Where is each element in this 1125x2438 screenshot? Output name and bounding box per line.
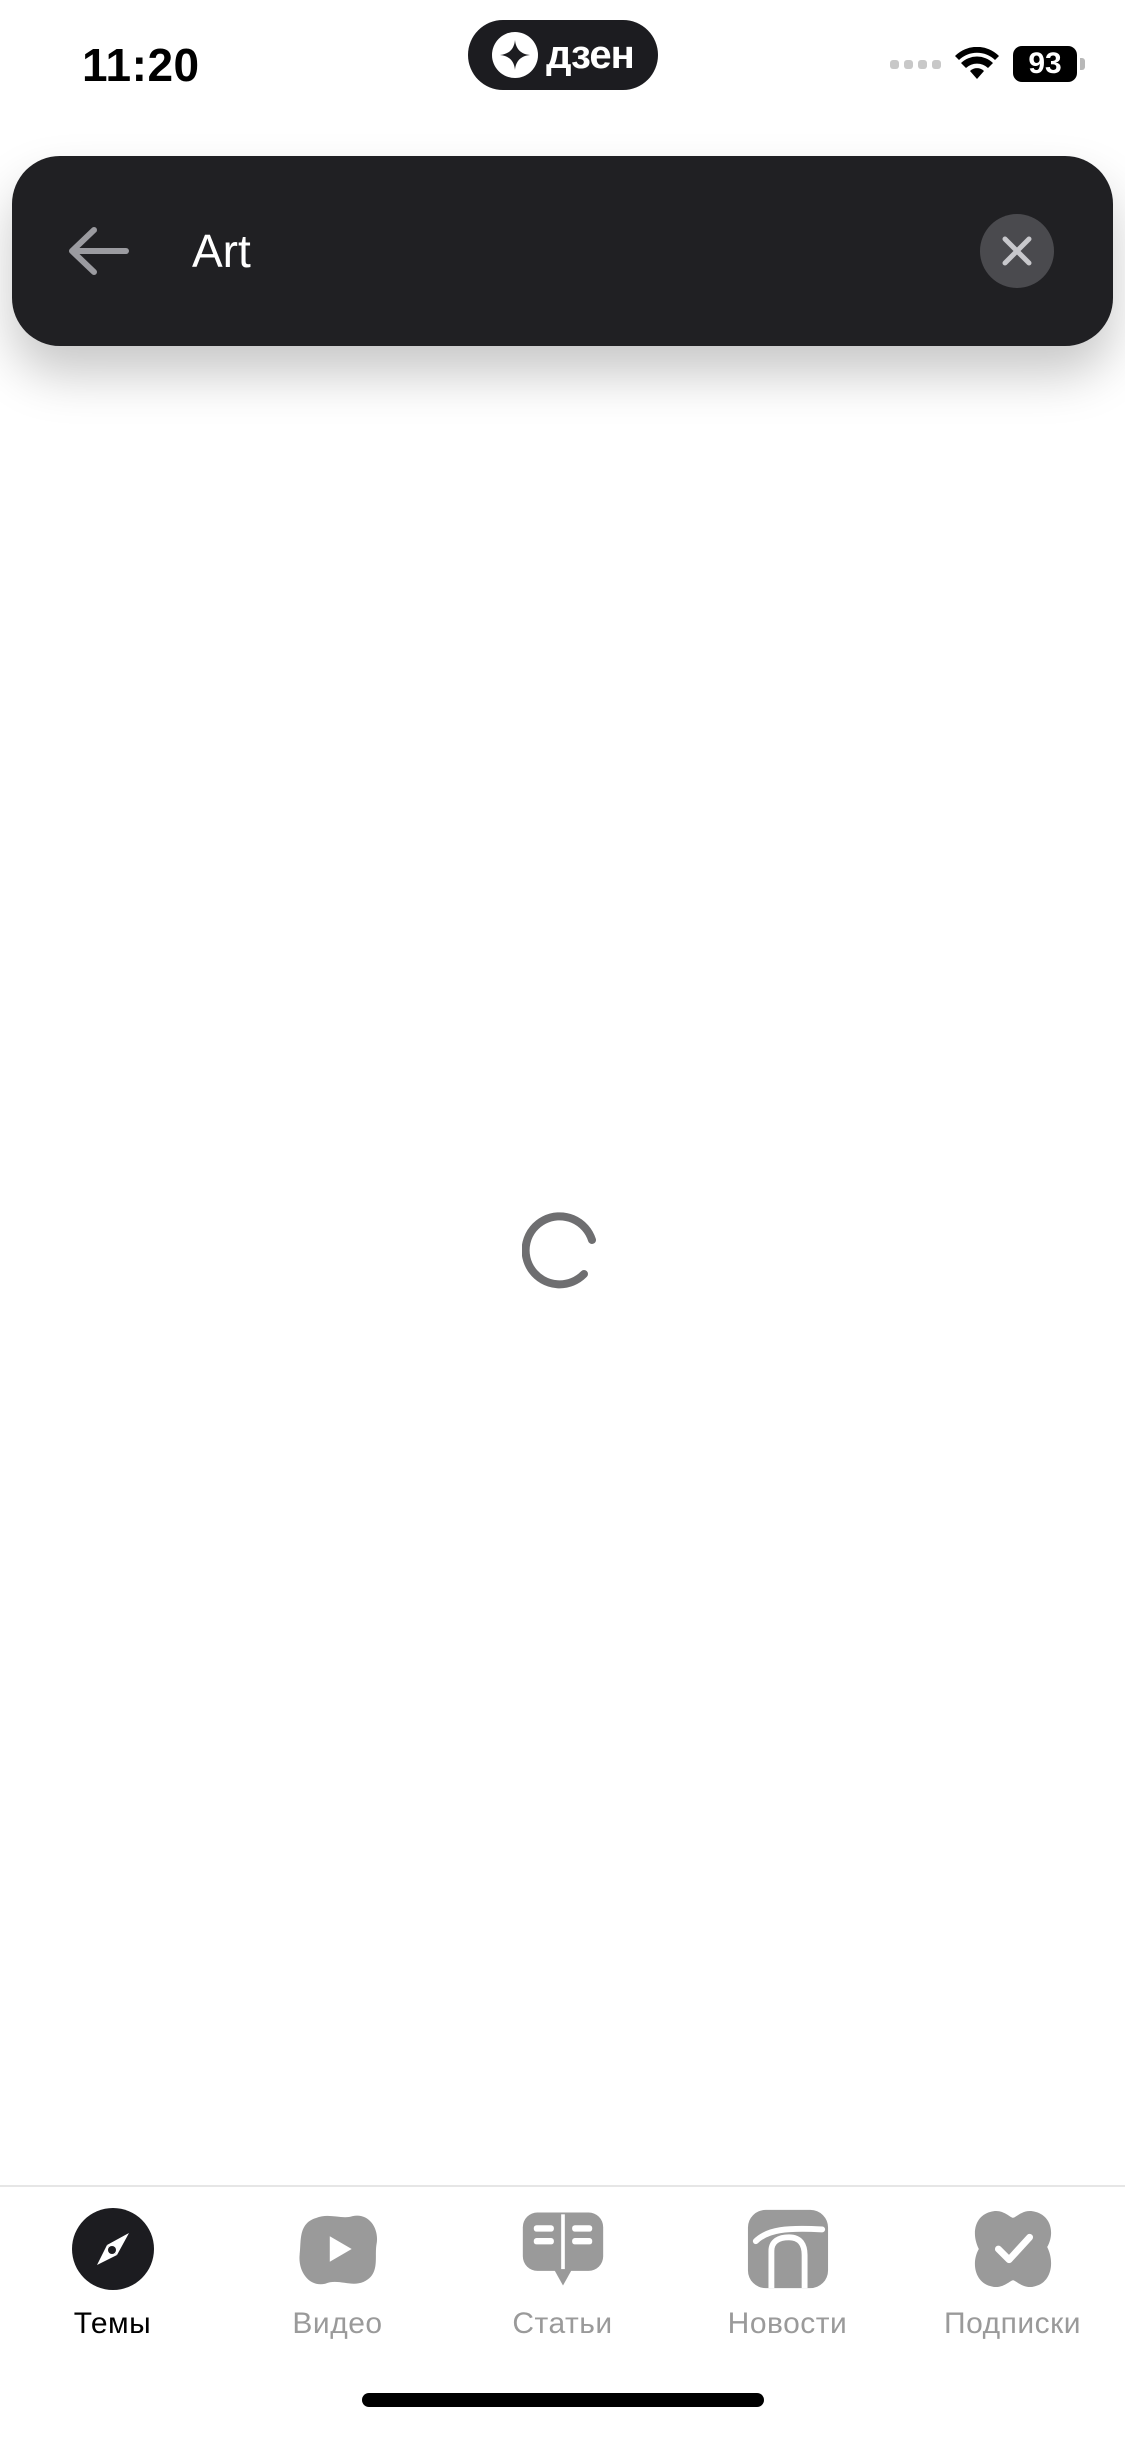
back-button[interactable]	[64, 216, 134, 286]
tab-label: Новости	[727, 2307, 848, 2340]
clear-search-button[interactable]	[980, 214, 1054, 288]
tab-themes[interactable]: Темы	[0, 2207, 225, 2357]
news-icon	[746, 2207, 830, 2291]
tab-label: Подписки	[944, 2307, 1081, 2340]
wifi-icon	[955, 47, 999, 79]
tab-articles[interactable]: Статьи	[450, 2207, 675, 2357]
battery-indicator: 93	[1013, 46, 1077, 82]
spinner-icon	[521, 1212, 596, 1289]
dzen-logo-icon	[492, 32, 539, 78]
subscriptions-icon	[971, 2207, 1055, 2291]
status-bar: 11:20 дзен 93	[0, 0, 1125, 140]
tab-label: Темы	[73, 2307, 152, 2340]
battery-tip	[1080, 58, 1085, 70]
compass-icon	[71, 2207, 155, 2291]
dzen-badge[interactable]: дзен	[468, 20, 658, 90]
dzen-badge-label: дзен	[546, 32, 635, 77]
cellular-signal-icon	[890, 59, 941, 69]
close-icon	[1002, 236, 1032, 266]
tab-subscriptions[interactable]: Подписки	[900, 2207, 1125, 2357]
play-icon	[296, 2207, 380, 2291]
articles-icon	[521, 2207, 605, 2291]
tab-news[interactable]: Новости	[675, 2207, 900, 2357]
status-time: 11:20	[82, 39, 200, 91]
tab-label: Статьи	[512, 2307, 613, 2340]
tab-label: Видео	[292, 2307, 383, 2340]
battery-level: 93	[1028, 47, 1062, 80]
search-bar	[12, 156, 1113, 346]
tab-video[interactable]: Видео	[225, 2207, 450, 2357]
status-indicators: 93	[890, 46, 1085, 82]
home-indicator[interactable]	[362, 2393, 764, 2407]
search-input[interactable]	[192, 211, 952, 291]
loading-spinner	[521, 1210, 602, 1290]
arrow-left-icon	[69, 227, 129, 275]
